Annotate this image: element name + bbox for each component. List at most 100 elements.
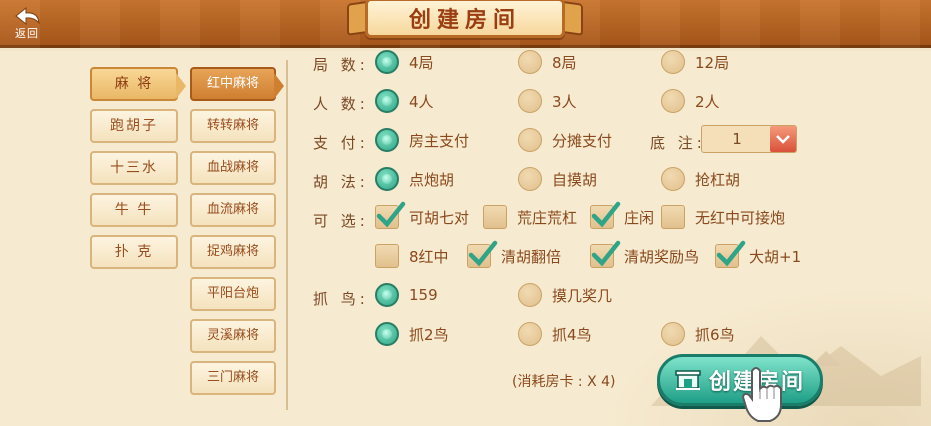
payment-option-split[interactable]: 分摊支付 bbox=[518, 128, 612, 152]
category-shisanshui[interactable]: 十三水 bbox=[90, 151, 178, 185]
optional-8hongzhong-checkbox[interactable]: 8红中 bbox=[375, 244, 449, 268]
game-xueliu-mahjong[interactable]: 血流麻将 bbox=[190, 193, 276, 227]
option-label: 点炮胡 bbox=[409, 170, 455, 189]
radio bbox=[518, 128, 542, 152]
checkbox bbox=[590, 201, 621, 229]
radio bbox=[661, 89, 685, 113]
pointing-hand-icon bbox=[741, 367, 782, 422]
optional-qinghu-bird-checkbox[interactable]: 清胡奖励鸟 bbox=[590, 240, 699, 268]
option-label: 3人 bbox=[552, 92, 577, 111]
base-stake-select[interactable]: 1 bbox=[701, 125, 797, 153]
option-label: 分摊支付 bbox=[552, 131, 613, 150]
optional-huangzhuang-checkbox[interactable]: 荒庄荒杠 bbox=[483, 205, 577, 229]
checkbox bbox=[590, 240, 621, 268]
optional-label: 可 选: bbox=[313, 212, 369, 230]
game-zhuoji-mahjong[interactable]: 捉鸡麻将 bbox=[190, 235, 276, 269]
radio bbox=[518, 50, 542, 74]
option-label: 抢杠胡 bbox=[695, 170, 741, 189]
option-label: 无红中可接炮 bbox=[695, 208, 786, 227]
optional-qinghu-double-checkbox[interactable]: 清胡翻倍 bbox=[467, 240, 561, 268]
players-option-3[interactable]: 3人 bbox=[518, 89, 577, 113]
room-card-cost-note: (消耗房卡 : X 4) bbox=[512, 374, 616, 390]
game-sanmen-mahjong[interactable]: 三门麻将 bbox=[190, 361, 276, 395]
game-pingyang-taipao[interactable]: 平阳台炮 bbox=[190, 277, 276, 311]
option-label: 2人 bbox=[695, 92, 720, 111]
checkbox bbox=[715, 240, 746, 268]
players-option-4[interactable]: 4人 bbox=[375, 89, 434, 113]
players-option-2[interactable]: 2人 bbox=[661, 89, 720, 113]
rounds-option-12[interactable]: 12局 bbox=[661, 50, 729, 74]
game-label: 三门麻将 bbox=[206, 370, 259, 385]
option-label: 4人 bbox=[409, 92, 434, 111]
rounds-option-8[interactable]: 8局 bbox=[518, 50, 577, 74]
optional-wuhongzhong-checkbox[interactable]: 无红中可接炮 bbox=[661, 205, 785, 229]
win-option-qianggang[interactable]: 抢杠胡 bbox=[661, 167, 740, 191]
page-title: 创建房间 bbox=[408, 8, 521, 33]
option-label: 8红中 bbox=[409, 247, 449, 266]
category-label: 十三水 bbox=[110, 160, 158, 176]
radio-selected bbox=[375, 322, 399, 346]
category-mahjong[interactable]: 麻 将 bbox=[90, 67, 186, 101]
radio bbox=[518, 89, 542, 113]
chevron-down-icon bbox=[776, 135, 790, 144]
birds-option-moji[interactable]: 摸几奖几 bbox=[518, 283, 612, 307]
radio bbox=[661, 50, 685, 74]
win-method-label: 胡 法: bbox=[313, 173, 369, 191]
category-label: 扑 克 bbox=[114, 244, 154, 260]
back-arrow-icon bbox=[15, 6, 40, 26]
option-label: 房主支付 bbox=[409, 131, 470, 150]
base-stake-label: 底 注: bbox=[650, 134, 706, 152]
checkbox bbox=[375, 244, 399, 268]
optional-dahu-plus1-checkbox[interactable]: 大胡+1 bbox=[715, 240, 802, 268]
house-icon bbox=[675, 370, 701, 390]
check-icon bbox=[468, 240, 498, 267]
game-label: 灵溪麻将 bbox=[206, 328, 259, 343]
radio-selected bbox=[375, 89, 399, 113]
column-divider bbox=[286, 60, 288, 410]
radio-selected bbox=[375, 283, 399, 307]
title-banner: 创建房间 bbox=[345, 0, 585, 42]
radio bbox=[518, 283, 542, 307]
game-zhuanzhuan-mahjong[interactable]: 转转麻将 bbox=[190, 109, 276, 143]
selected-arrow-icon bbox=[176, 73, 186, 99]
category-label: 麻 将 bbox=[114, 76, 154, 92]
radio bbox=[661, 167, 685, 191]
radio bbox=[661, 322, 685, 346]
win-option-dianpao[interactable]: 点炮胡 bbox=[375, 167, 454, 191]
rounds-option-4[interactable]: 4局 bbox=[375, 50, 434, 74]
birds-option-2[interactable]: 抓2鸟 bbox=[375, 322, 449, 346]
category-niuniu[interactable]: 牛 牛 bbox=[90, 193, 178, 227]
option-label: 可胡七对 bbox=[409, 208, 470, 227]
radio-selected bbox=[375, 128, 399, 152]
check-icon bbox=[376, 201, 406, 228]
game-hongzhong-mahjong[interactable]: 红中麻将 bbox=[190, 67, 284, 101]
payment-label: 支 付: bbox=[313, 134, 369, 152]
option-label: 抓6鸟 bbox=[695, 325, 735, 344]
checkbox bbox=[661, 205, 685, 229]
base-stake-value: 1 bbox=[732, 130, 742, 148]
option-label: 159 bbox=[409, 286, 438, 304]
game-lingxi-mahjong[interactable]: 灵溪麻将 bbox=[190, 319, 276, 353]
payment-option-owner[interactable]: 房主支付 bbox=[375, 128, 469, 152]
birds-option-4[interactable]: 抓4鸟 bbox=[518, 322, 592, 346]
back-button[interactable]: 返回 bbox=[4, 2, 50, 44]
birds-option-6[interactable]: 抓6鸟 bbox=[661, 322, 735, 346]
category-label: 跑胡子 bbox=[110, 118, 158, 134]
win-option-zimo[interactable]: 自摸胡 bbox=[518, 167, 597, 191]
checkbox bbox=[467, 240, 498, 268]
check-icon bbox=[591, 201, 621, 228]
optional-qidui-checkbox[interactable]: 可胡七对 bbox=[375, 201, 470, 229]
birds-option-159[interactable]: 159 bbox=[375, 283, 438, 307]
check-icon bbox=[591, 240, 621, 267]
option-label: 抓4鸟 bbox=[552, 325, 592, 344]
game-label: 红中麻将 bbox=[206, 76, 259, 91]
back-label: 返回 bbox=[15, 27, 39, 40]
dropdown-button[interactable] bbox=[770, 126, 796, 152]
checkbox bbox=[375, 201, 406, 229]
category-poker[interactable]: 扑 克 bbox=[90, 235, 178, 269]
option-label: 大胡+1 bbox=[749, 247, 802, 266]
category-paohuzi[interactable]: 跑胡子 bbox=[90, 109, 178, 143]
rounds-label: 局 数: bbox=[313, 56, 369, 74]
optional-zhuangxian-checkbox[interactable]: 庄闲 bbox=[590, 201, 654, 229]
game-xuezhan-mahjong[interactable]: 血战麻将 bbox=[190, 151, 276, 185]
